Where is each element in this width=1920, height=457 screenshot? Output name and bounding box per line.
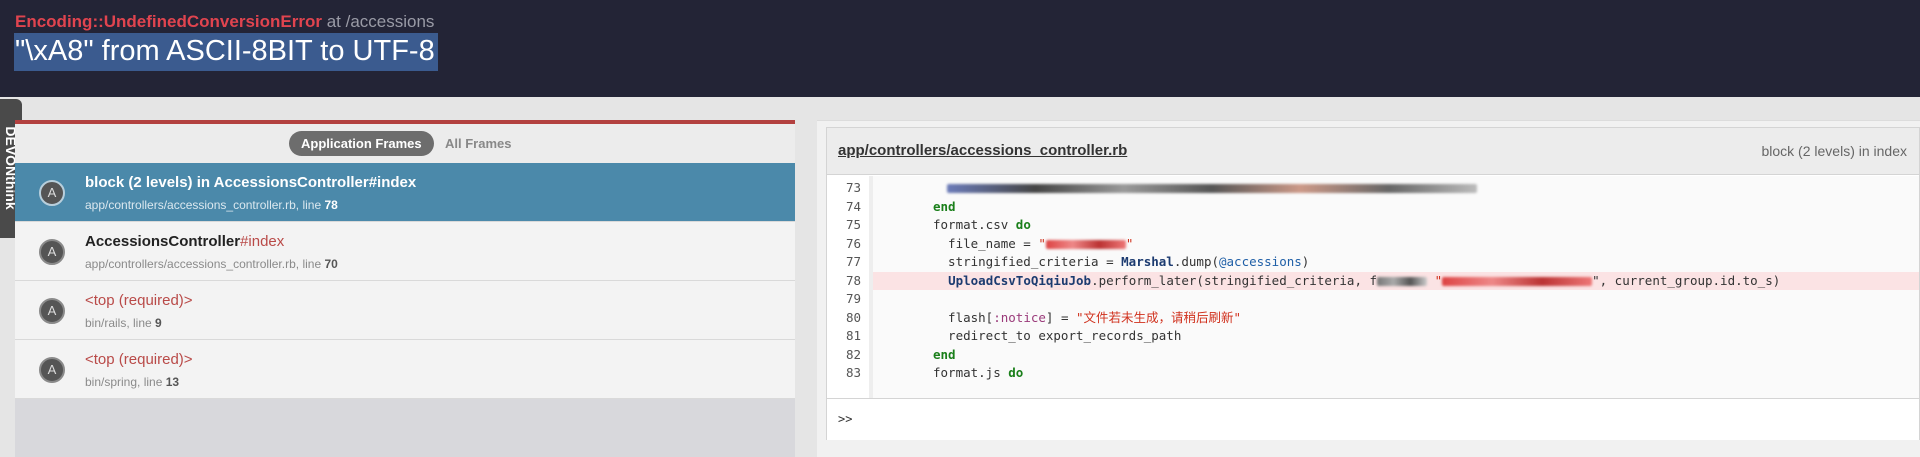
line-number: 79 — [845, 291, 861, 306]
repl-prompt: >> — [838, 412, 853, 426]
line-number: 75 — [845, 217, 861, 232]
frame-avatar: A — [39, 180, 65, 206]
code-line: flash[:notice] = "文件若未生成，请稍后刷新" — [933, 309, 1242, 325]
error-title-line: Encoding::UndefinedConversionError at /a… — [15, 12, 434, 32]
frame-avatar: A — [39, 357, 65, 383]
line-number: 82 — [845, 346, 861, 362]
line-number: 76 — [845, 235, 861, 251]
exception-class: Encoding::UndefinedConversionError — [15, 12, 322, 31]
tab-application-frames[interactable]: Application Frames — [289, 131, 434, 156]
line-number: 73 — [845, 180, 861, 195]
tab-all-frames[interactable]: All Frames — [445, 131, 511, 156]
redacted-string — [1045, 239, 1126, 249]
code-line: redirect_to export_records_path — [933, 328, 1182, 343]
code-file-link[interactable]: app/controllers/accessions_controller.rb — [838, 142, 1127, 159]
frame-path: bin/spring, line 13 — [85, 375, 180, 389]
code-line: end — [933, 346, 956, 362]
frame-row[interactable]: A block (2 levels) in AccessionsControll… — [15, 163, 795, 222]
redacted-code — [1377, 276, 1428, 286]
line-number: 78 — [845, 272, 861, 288]
frame-title: <top (required)> — [85, 351, 193, 368]
frame-avatar: A — [39, 298, 65, 324]
code-panel: app/controllers/accessions_controller.rb… — [826, 127, 1920, 440]
code-line: format.js do — [933, 365, 1024, 380]
frame-path: app/controllers/accessions_controller.rb… — [85, 257, 338, 271]
code-line: format.csv do — [933, 217, 1031, 232]
frame-title: <top (required)> — [85, 292, 193, 309]
code-line: end — [933, 198, 956, 214]
redacted-string — [1442, 276, 1593, 286]
line-number-gutter: 73 74 75 76 77 78 79 80 81 82 83 — [827, 176, 873, 398]
source-code: end format.csv do file_name = " " stringi… — [873, 176, 1919, 398]
frame-title: block (2 levels) in AccessionsController… — [85, 174, 417, 191]
frames-panel: Application Frames All Frames A block (2… — [15, 120, 795, 457]
frame-title: AccessionsController#index — [85, 233, 285, 250]
code-line — [873, 179, 1919, 198]
line-number: 83 — [845, 365, 861, 380]
line-number: 74 — [845, 198, 861, 214]
request-path: at /accessions — [326, 12, 435, 31]
frame-avatar: A — [39, 239, 65, 265]
line-number: 77 — [845, 254, 861, 269]
repl-console[interactable]: >> — [827, 398, 1919, 440]
code-line: file_name = " " — [933, 235, 1134, 251]
exception-message[interactable]: "\xA8" from ASCII-8BIT to UTF-8 — [14, 33, 438, 71]
code-line-highlighted: UploadCsvToQiqiuJob.perform_later(string… — [873, 271, 1919, 290]
frame-row[interactable]: A <top (required)> bin/spring, line 13 — [15, 340, 795, 399]
code-header: app/controllers/accessions_controller.rb… — [827, 128, 1919, 175]
frame-path: app/controllers/accessions_controller.rb… — [85, 198, 338, 212]
frame-row[interactable]: A AccessionsController#index app/control… — [15, 222, 795, 281]
code-frame-label: block (2 levels) in index — [1761, 143, 1907, 159]
frame-row[interactable]: A <top (required)> bin/rails, line 9 — [15, 281, 795, 340]
error-header: Encoding::UndefinedConversionError at /a… — [0, 0, 1920, 97]
frames-filter-tabs: Application Frames All Frames — [15, 124, 795, 163]
line-number: 81 — [845, 328, 861, 343]
line-number: 80 — [845, 309, 861, 325]
code-line: stringified_criteria = Marshal.dump(@acc… — [933, 254, 1310, 269]
frame-path: bin/rails, line 9 — [85, 316, 162, 330]
redacted-code — [947, 184, 1477, 193]
